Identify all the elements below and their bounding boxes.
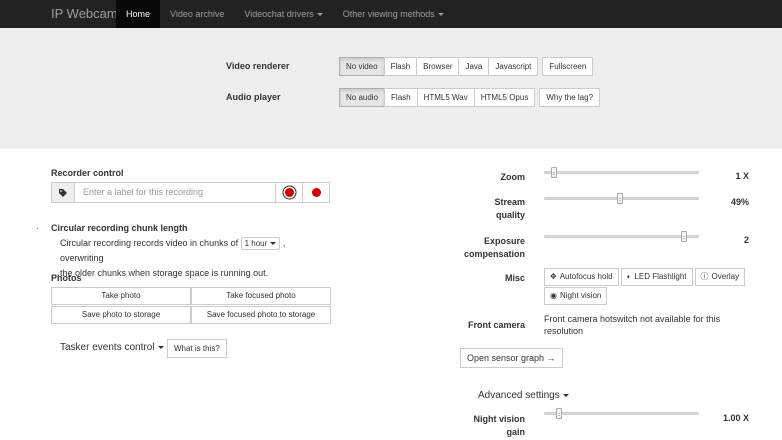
- video-renderer-group: No video Flash Browser Java Javascript F…: [339, 57, 594, 76]
- record-icon: [311, 188, 321, 197]
- video-java-button[interactable]: Java: [458, 57, 490, 76]
- chunk-length-title: Circular recording chunk length: [51, 223, 188, 233]
- led-flashlight-button[interactable]: ◐ LED Flashlight: [620, 268, 693, 286]
- info-icon: ⓘ: [700, 272, 709, 281]
- front-camera-text: Front camera hotswitch not available for…: [544, 314, 721, 336]
- zoom-label: Zoom: [500, 172, 526, 182]
- nav-menu: Home Video archive Videochat drivers Oth…: [116, 0, 454, 28]
- caret-down-icon: [157, 345, 164, 349]
- start-recording-button[interactable]: [276, 182, 303, 203]
- night-gain-value: 1.00 X: [722, 413, 749, 423]
- recording-label-input[interactable]: Enter a label for this recording: [75, 182, 276, 203]
- take-photo-button[interactable]: Take photo: [51, 287, 191, 305]
- adjust-icon: ◐: [626, 272, 632, 281]
- audio-html5-wav-button[interactable]: HTML5 Wav: [416, 88, 475, 107]
- photos-title: Photos: [51, 273, 82, 283]
- brand-title[interactable]: IP Webcam: [51, 6, 118, 21]
- record-active-icon: [284, 188, 294, 197]
- video-flash-button[interactable]: Flash: [383, 57, 418, 76]
- why-lag-button[interactable]: Why the lag?: [539, 88, 601, 107]
- tasker-dropdown[interactable]: Tasker events control: [60, 342, 164, 353]
- zoom-slider-handle[interactable]: [551, 167, 558, 178]
- nav-item-video-archive[interactable]: Video archive: [160, 0, 234, 28]
- caret-down-icon: [270, 242, 277, 246]
- zoom-value: 1 X: [735, 171, 749, 181]
- video-no-video-button[interactable]: No video: [339, 57, 385, 76]
- quality-value: 49%: [730, 197, 749, 207]
- tag-icon: [51, 182, 75, 203]
- photo-buttons: Take photo Take focused photo Save photo…: [51, 287, 331, 324]
- autofocus-hold-button[interactable]: ✥ Autofocus hold: [544, 268, 619, 286]
- video-browser-button[interactable]: Browser: [416, 57, 460, 76]
- exposure-label: Exposure compensation: [463, 236, 525, 259]
- renderer-panel: Video renderer No video Flash Browser Ja…: [0, 28, 782, 149]
- fullscreen-button[interactable]: Fullscreen: [542, 57, 594, 76]
- night-gain-slider[interactable]: [544, 412, 699, 415]
- misc-buttons-row2: ◉ Night vision: [544, 287, 608, 305]
- nav-item-videochat-drivers[interactable]: Videochat drivers: [234, 0, 332, 28]
- quality-slider-handle[interactable]: [617, 193, 623, 204]
- audio-html5-opus-button[interactable]: HTML5 Opus: [473, 88, 536, 107]
- zoom-slider[interactable]: [544, 171, 699, 174]
- save-focused-photo-button[interactable]: Save focused photo to storage: [191, 306, 331, 324]
- overlay-button[interactable]: ⓘ Overlay: [694, 268, 746, 286]
- nav-item-other-viewing-methods[interactable]: Other viewing methods: [333, 0, 454, 28]
- exposure-value: 2: [743, 235, 749, 245]
- chunk-description: Circular recording records video in chun…: [60, 237, 286, 278]
- exposure-slider[interactable]: [544, 235, 699, 238]
- navbar: IP Webcam Home Video archive Videochat d…: [0, 0, 782, 28]
- open-sensor-graph-button[interactable]: Open sensor graph →: [460, 348, 563, 368]
- audio-flash-button[interactable]: Flash: [384, 88, 418, 107]
- move-icon: ✥: [550, 272, 557, 281]
- caret-down-icon: [316, 13, 323, 17]
- caret-down-icon: [562, 393, 569, 397]
- stream-quality-label: Stream quality: [494, 197, 525, 220]
- take-focused-photo-button[interactable]: Take focused photo: [191, 287, 331, 305]
- record-button[interactable]: [303, 182, 330, 203]
- night-vision-button[interactable]: ◉ Night vision: [544, 287, 608, 305]
- caret-down-icon: [437, 13, 444, 17]
- video-renderer-label: Video renderer: [226, 61, 290, 71]
- exposure-slider-handle[interactable]: [681, 231, 688, 242]
- audio-player-group: No audio Flash HTML5 Wav HTML5 Opus Why …: [339, 88, 601, 107]
- nav-item-home[interactable]: Home: [116, 0, 161, 28]
- eye-icon: ◉: [550, 291, 557, 300]
- save-photo-button[interactable]: Save photo to storage: [51, 306, 191, 324]
- night-vision-gain-label: Night vision gain: [473, 414, 526, 437]
- misc-label: Misc: [504, 273, 525, 283]
- chunk-length-select[interactable]: 1 hour: [240, 237, 281, 250]
- audio-no-audio-button[interactable]: No audio: [339, 88, 386, 107]
- night-gain-slider-handle[interactable]: [555, 408, 562, 419]
- bullet-marker: ·: [36, 224, 39, 233]
- advanced-settings-toggle[interactable]: Advanced settings: [478, 390, 569, 401]
- recorder-input-group: Enter a label for this recording: [51, 182, 330, 203]
- misc-buttons-row1: ✥ Autofocus hold ◐ LED Flashlight ⓘ Overlay: [544, 268, 746, 286]
- recorder-control-title: Recorder control: [51, 168, 124, 178]
- tasker-help-button[interactable]: What is this?: [167, 339, 227, 358]
- audio-player-label: Audio player: [226, 92, 281, 102]
- front-camera-label: Front camera: [467, 320, 525, 330]
- video-javascript-button[interactable]: Javascript: [488, 57, 539, 76]
